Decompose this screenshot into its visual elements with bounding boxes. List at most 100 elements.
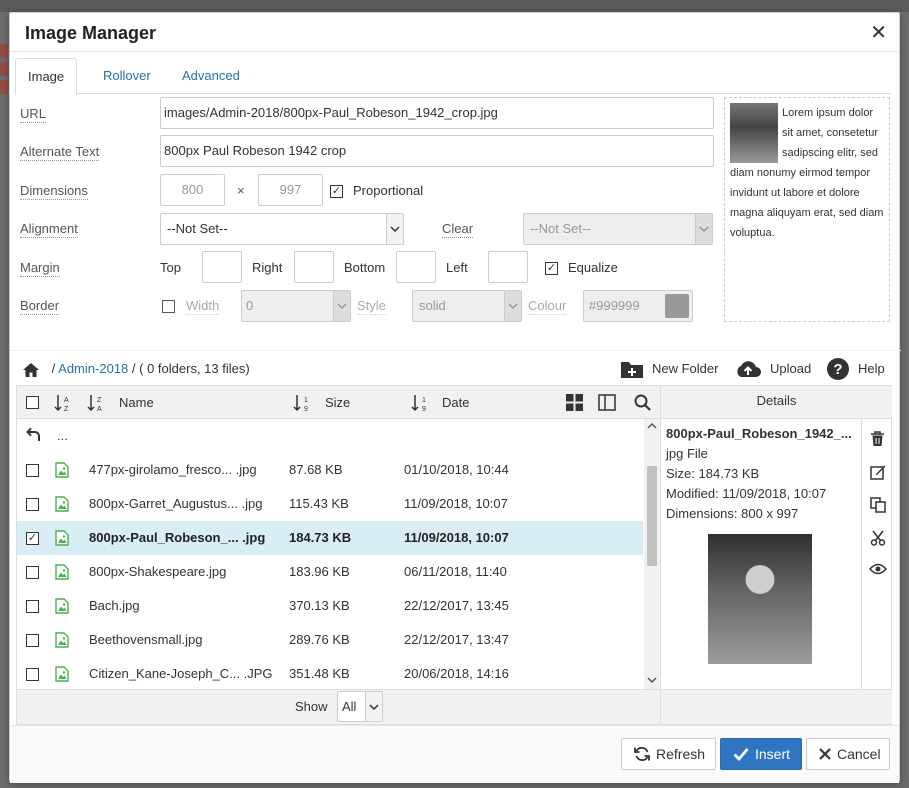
image-file-icon: [55, 564, 69, 580]
sort-desc-icon[interactable]: ZA: [87, 394, 105, 412]
edit-icon[interactable]: [870, 464, 886, 480]
clear-label: Clear: [442, 221, 474, 238]
tab-rollover[interactable]: Rollover: [91, 58, 163, 94]
home-icon[interactable]: [22, 362, 40, 378]
new-folder-button[interactable]: New Folder: [620, 355, 718, 383]
refresh-button[interactable]: Refresh: [621, 738, 716, 770]
breadcrumb-sep: /: [131, 361, 136, 376]
file-name: Citizen_Kane-Joseph_C... .JPG: [89, 666, 273, 681]
show-select[interactable]: All: [337, 691, 383, 722]
list-header: AZ ZA Name 19 Size 19 Date: [17, 386, 660, 419]
column-name[interactable]: Name: [119, 386, 154, 420]
row-checkbox[interactable]: [26, 600, 39, 613]
tab-image[interactable]: Image: [15, 58, 78, 95]
preview-eye-icon[interactable]: [869, 563, 887, 575]
equalize-checkbox[interactable]: ✓: [545, 262, 558, 275]
file-list-scrollbar[interactable]: [644, 419, 660, 689]
svg-text:A: A: [97, 406, 102, 412]
svg-text:1: 1: [304, 397, 308, 404]
image-file-icon: [55, 462, 69, 478]
table-row[interactable]: Beethovensmall.jpg 289.76 KB 22/12/2017, 1…: [17, 623, 643, 657]
refresh-icon: [634, 746, 650, 762]
table-row[interactable]: 477px-girolamo_fresco... .jpg 87.68 KB 01/…: [17, 453, 643, 487]
folder-summary: ( 0 folders, 13 files): [139, 361, 250, 376]
table-row[interactable]: ✓ 800px-Paul_Robeson_... .jpg 184.73 KB 11/…: [17, 521, 643, 555]
file-name: Beethovensmall.jpg: [89, 632, 203, 647]
file-name: 800px-Paul_Robeson_... .jpg: [89, 530, 266, 545]
height-input[interactable]: 997: [258, 174, 323, 206]
row-checkbox[interactable]: [26, 566, 39, 579]
proportional-checkbox[interactable]: ✓: [330, 185, 343, 198]
cancel-button[interactable]: Cancel: [806, 738, 890, 770]
column-date[interactable]: Date: [442, 386, 469, 420]
row-checkbox[interactable]: [26, 634, 39, 647]
border-width-value: 0: [246, 298, 254, 313]
cut-icon[interactable]: [870, 530, 886, 546]
divider: [10, 350, 901, 351]
row-checkbox[interactable]: [26, 668, 39, 681]
column-size[interactable]: Size: [325, 386, 350, 420]
table-row[interactable]: 800px-Shakespeare.jpg 183.96 KB 06/11/2018…: [17, 555, 643, 589]
details-pane: Details 800px-Paul_Robeson_1942_... jpg …: [660, 386, 892, 724]
scroll-down-icon[interactable]: [647, 677, 657, 683]
details-view-icon[interactable]: [598, 394, 616, 411]
file-date: 22/12/2017, 13:47: [404, 632, 509, 647]
svg-text:Z: Z: [97, 397, 102, 404]
folder-up-row[interactable]: ...: [17, 419, 643, 453]
file-size: 370.13 KB: [289, 598, 350, 613]
breadcrumb-folder-link[interactable]: Admin-2018: [58, 361, 128, 376]
folder-up-label: ...: [57, 428, 68, 443]
row-checkbox[interactable]: [26, 464, 39, 477]
margin-left-input[interactable]: [488, 251, 528, 283]
file-date: 20/06/2018, 14:16: [404, 666, 509, 681]
border-width-select[interactable]: 0: [241, 290, 351, 322]
file-name: 800px-Shakespeare.jpg: [89, 564, 227, 579]
alignment-select[interactable]: --Not Set--: [160, 213, 404, 245]
details-thumbnail: [708, 534, 812, 664]
sort-asc-icon[interactable]: AZ: [54, 394, 72, 412]
scroll-thumb[interactable]: [647, 466, 657, 566]
margin-right-input[interactable]: [294, 251, 334, 283]
row-checkbox[interactable]: [26, 498, 39, 511]
margin-top-input[interactable]: [202, 251, 242, 283]
help-button[interactable]: ? Help: [826, 355, 885, 383]
table-row[interactable]: Citizen_Kane-Joseph_C... .JPG 351.48 KB 20…: [17, 657, 643, 689]
table-row[interactable]: 800px-Garret_Augustus... .jpg 115.43 KB 11…: [17, 487, 643, 521]
row-checkbox[interactable]: ✓: [26, 532, 39, 545]
sort-size-icon[interactable]: 19: [293, 394, 311, 412]
table-row[interactable]: Bach.jpg 370.13 KB 22/12/2017, 13:45: [17, 589, 643, 623]
grid-view-icon[interactable]: [566, 394, 583, 411]
close-icon: [819, 748, 831, 760]
margin-bottom-label: Bottom: [344, 260, 386, 275]
file-name: Bach.jpg: [89, 598, 140, 613]
cancel-label: Cancel: [837, 746, 881, 762]
file-date: 11/09/2018, 10:07: [404, 496, 508, 511]
image-manager-dialog: Image Manager ✕ Image Rollover Advanced …: [9, 12, 901, 783]
border-style-select[interactable]: solid: [412, 290, 522, 322]
insert-button[interactable]: Insert: [720, 738, 802, 770]
upload-button[interactable]: Upload: [734, 355, 811, 383]
delete-icon[interactable]: [870, 431, 885, 447]
breadcrumb: / Admin-2018 / ( 0 folders, 13 files): [22, 357, 250, 381]
file-date: 06/11/2018, 11:40: [404, 564, 507, 579]
alt-text-input[interactable]: 800px Paul Robeson 1942 crop: [160, 135, 714, 167]
file-size: 184.73 KB: [289, 530, 352, 545]
file-date: 22/12/2017, 13:45: [404, 598, 509, 613]
border-checkbox[interactable]: [162, 300, 175, 313]
select-all-checkbox[interactable]: [26, 396, 39, 409]
file-size: 289.76 KB: [289, 632, 350, 647]
url-input[interactable]: images/Admin-2018/800px-Paul_Robeson_194…: [160, 97, 714, 129]
width-input[interactable]: 800: [160, 174, 225, 206]
refresh-label: Refresh: [656, 746, 706, 762]
close-icon[interactable]: ✕: [870, 20, 887, 45]
clear-select[interactable]: --Not Set--: [523, 213, 713, 245]
sort-date-icon[interactable]: 19: [411, 394, 429, 412]
search-icon[interactable]: [634, 394, 651, 411]
upload-icon: [734, 359, 762, 379]
copy-icon[interactable]: [870, 497, 886, 513]
image-file-icon: [55, 632, 69, 648]
tab-advanced[interactable]: Advanced: [170, 58, 252, 94]
margin-bottom-input[interactable]: [396, 251, 436, 283]
colour-swatch[interactable]: [665, 294, 689, 318]
scroll-up-icon[interactable]: [647, 423, 657, 429]
